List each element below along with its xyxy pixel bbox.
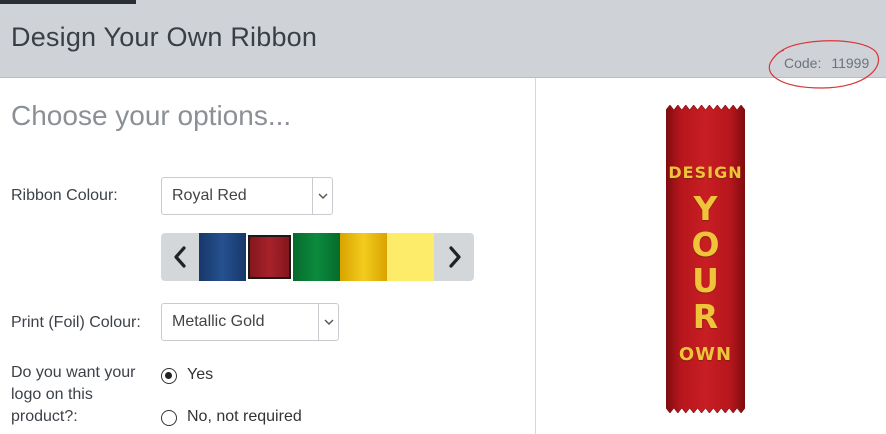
options-heading: Choose your options...	[11, 100, 292, 131]
ribbon-colour-select[interactable]: Royal Red	[161, 177, 333, 215]
ribbon-text-own: OWN	[678, 344, 733, 365]
swatch-prev-button[interactable]	[161, 233, 199, 281]
page-title: Design Your Own Ribbon	[11, 22, 318, 52]
product-code: Code: 11999	[766, 38, 882, 90]
chevron-down-icon	[318, 304, 338, 340]
swatch-green[interactable]	[293, 233, 340, 281]
print-colour-select[interactable]: Metallic Gold	[161, 303, 339, 341]
swatch-next-button[interactable]	[436, 233, 474, 281]
code-value: 11999	[831, 55, 870, 71]
ribbon-letter-u: U	[692, 261, 719, 300]
print-colour-value: Metallic Gold	[172, 313, 265, 330]
logo-question-line2: logo on this	[11, 386, 93, 403]
print-colour-label: Print (Foil) Colour:	[11, 314, 141, 331]
logo-question-line3: product?:	[11, 408, 78, 425]
logo-yes-label[interactable]: Yes	[187, 366, 213, 384]
page-header: Design Your Own Ribbon Code: 11999	[0, 0, 886, 89]
ribbon-text-design: DESIGN	[668, 163, 743, 182]
ribbon-letter-r: R	[692, 297, 719, 336]
header-accent-bar	[0, 0, 136, 4]
logo-no-label[interactable]: No, not required	[187, 408, 302, 426]
chevron-left-icon	[174, 246, 186, 268]
ribbon-colour-label: Ribbon Colour:	[11, 187, 118, 204]
chevron-down-icon	[312, 178, 332, 214]
swatch-royal-red[interactable]	[246, 233, 293, 281]
ribbon-colour-value: Royal Red	[172, 187, 247, 204]
code-label: Code:	[784, 55, 822, 71]
chevron-right-icon	[449, 246, 461, 268]
logo-no-radio[interactable]	[161, 410, 177, 426]
logo-yes-radio[interactable]	[161, 368, 177, 384]
column-divider	[535, 78, 536, 434]
logo-question-line1: Do you want your	[11, 364, 136, 381]
ribbon-letter-o: O	[691, 225, 720, 264]
swatch-gold[interactable]	[340, 233, 387, 281]
ribbon-letter-y: Y	[693, 189, 718, 228]
ribbon-preview: DESIGN Y O U R OWN	[665, 104, 746, 414]
swatch-yellow[interactable]	[387, 233, 434, 281]
swatch-royal-blue[interactable]	[199, 233, 246, 281]
colour-swatch-carousel	[161, 233, 474, 281]
